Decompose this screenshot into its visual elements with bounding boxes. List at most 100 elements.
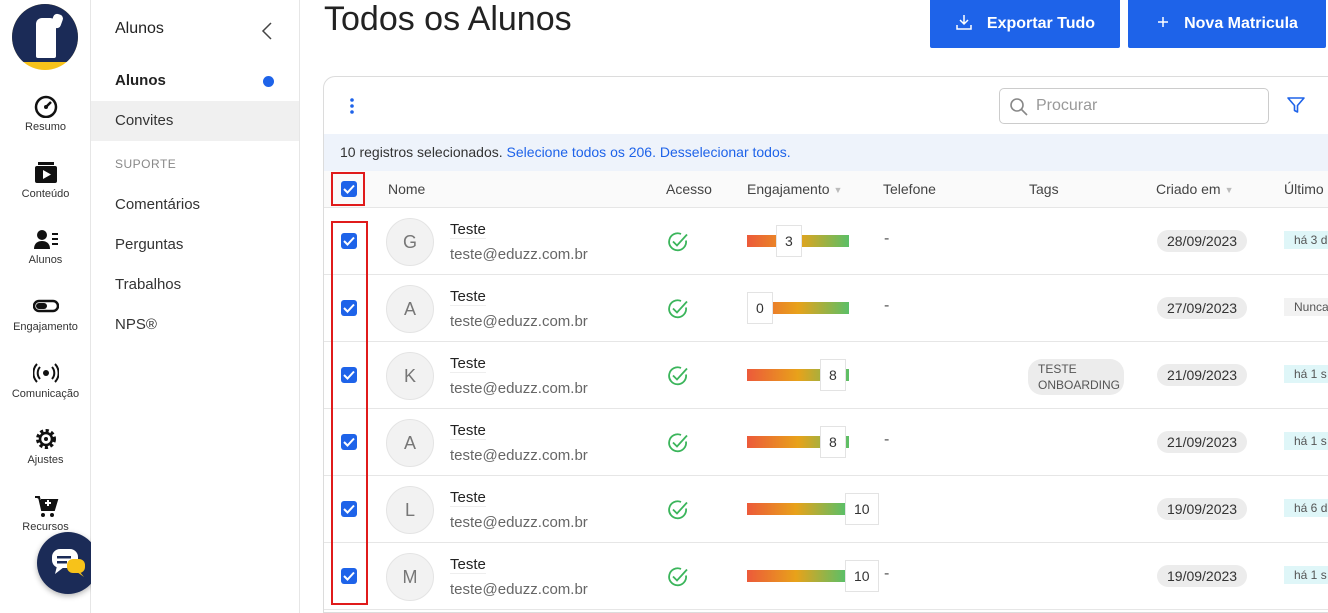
table-row[interactable]: G Teste teste@eduzz.com.br 3 - 28/09/2023 há 3… [324, 208, 1328, 275]
sidebar-item-comentarios[interactable]: Comentários [91, 185, 299, 225]
export-all-button[interactable]: Exportar Tudo [930, 0, 1120, 48]
video-icon [33, 161, 59, 185]
tag-chip[interactable]: TESTE ONBOARDING [1028, 359, 1124, 395]
users-icon [33, 227, 59, 251]
student-email: teste@eduzz.com.br [450, 313, 588, 330]
export-all-label: Exportar Tudo [986, 15, 1096, 32]
engagement-score: 3 [776, 225, 802, 257]
page-title: Todos os Alunos [324, 0, 572, 38]
student-name[interactable]: Teste [450, 288, 486, 306]
access-check-icon [667, 231, 689, 258]
chevron-left-icon [261, 22, 275, 44]
created-date: 28/09/2023 [1157, 230, 1248, 252]
sidebar-item-label: Comentários [115, 196, 201, 213]
deselect-all-link[interactable]: Desselecionar todos. [660, 144, 791, 160]
col-tags[interactable]: Tags [1029, 171, 1059, 208]
last-access: há 1 s [1284, 432, 1328, 450]
engagement-bar [747, 570, 845, 582]
nav-rail: Resumo Conteúdo Alunos Engajamento Comun… [0, 0, 99, 613]
search-input[interactable]: Procurar [999, 88, 1269, 124]
last-access: há 1 s [1284, 566, 1328, 584]
filter-icon [1286, 97, 1306, 119]
sidebar-item-alunos[interactable]: Alunos [91, 61, 299, 101]
filter-button[interactable] [1286, 95, 1306, 120]
sidebar-item-convites[interactable]: Convites [91, 101, 299, 141]
student-name[interactable]: Teste [450, 556, 486, 574]
selection-count: 10 registros selecionados. [340, 144, 503, 160]
created-date: 27/09/2023 [1157, 297, 1248, 319]
rail-item-ajustes[interactable]: Ajustes [0, 427, 91, 466]
sort-chevron-icon: ▼ [1224, 184, 1234, 195]
bulk-actions-menu[interactable] [349, 97, 355, 115]
col-access[interactable]: Acesso [666, 171, 712, 208]
eduzz-logo[interactable] [12, 4, 78, 70]
new-enrollment-button[interactable]: Nova Matricula [1128, 0, 1326, 48]
search-placeholder: Procurar [1036, 97, 1098, 114]
sort-chevron-icon: ▼ [833, 184, 843, 195]
rail-item-alunos[interactable]: Alunos [0, 227, 91, 266]
last-access: Nunca [1284, 298, 1328, 316]
student-name[interactable]: Teste [450, 355, 486, 373]
student-name[interactable]: Teste [450, 489, 486, 507]
download-icon [955, 13, 973, 36]
last-access: há 1 s [1284, 365, 1328, 383]
chat-icon [37, 549, 99, 598]
gear-icon [33, 427, 59, 451]
col-engagement[interactable]: Engajamento ▼ [747, 171, 842, 209]
student-name[interactable]: Teste [450, 221, 486, 239]
engagement-score: 0 [747, 292, 773, 324]
col-phone[interactable]: Telefone [883, 171, 936, 208]
selection-banner: 10 registros selecionados. Selecione tod… [324, 134, 1328, 171]
select-all-link[interactable]: Selecione todos os 206. [507, 144, 656, 160]
created-date: 21/09/2023 [1157, 431, 1248, 453]
rail-item-resumo[interactable]: Resumo [0, 94, 91, 133]
sidebar-item-trabalhos[interactable]: Trabalhos [91, 265, 299, 305]
sidebar-item-nps[interactable]: NPS® [91, 305, 299, 345]
student-email: teste@eduzz.com.br [450, 246, 588, 263]
table-header: Nome Acesso Engajamento ▼ Telefone Tags C… [324, 171, 1328, 208]
access-check-icon [667, 432, 689, 459]
avatar: A [386, 419, 434, 467]
access-check-icon [667, 365, 689, 392]
avatar: G [386, 218, 434, 266]
table-row[interactable]: A Teste teste@eduzz.com.br 0 - 27/09/2023 Nunc… [324, 275, 1328, 342]
rail-label: Comunicação [11, 388, 80, 400]
rail-item-engajamento[interactable]: Engajamento [0, 294, 91, 333]
gauge-icon [33, 94, 59, 119]
last-access: há 3 d [1284, 231, 1328, 249]
engagement-score: 8 [820, 359, 846, 391]
phone-value: - [884, 297, 890, 314]
sidebar-item-label: Convites [115, 112, 174, 129]
col-name[interactable]: Nome [388, 171, 425, 208]
access-check-icon [667, 499, 689, 526]
phone-value: - [884, 230, 890, 247]
rail-item-conteudo[interactable]: Conteúdo [0, 161, 91, 200]
created-date: 19/09/2023 [1157, 498, 1248, 520]
collapse-sidebar-button[interactable] [261, 22, 275, 40]
student-email: teste@eduzz.com.br [450, 581, 588, 598]
table-row[interactable]: M Teste teste@eduzz.com.br 10- 19/09/2023 há … [324, 543, 1328, 610]
table-row[interactable]: K Teste teste@eduzz.com.br 8 TESTE ONBOARDIN… [324, 342, 1328, 409]
col-created[interactable]: Criado em ▼ [1156, 171, 1234, 209]
sidebar-section-suporte: SUPORTE [115, 157, 177, 171]
table-row[interactable]: L Teste teste@eduzz.com.br 10 19/09/2023 há 6… [324, 476, 1328, 543]
rail-item-recursos[interactable]: Recursos [0, 494, 91, 533]
table-row[interactable]: A Teste teste@eduzz.com.br 8 - 21/09/2023 há 1… [324, 409, 1328, 476]
phone-value: - [884, 565, 890, 582]
rail-item-comunicacao[interactable]: Comunicação [0, 361, 91, 400]
student-email: teste@eduzz.com.br [450, 514, 588, 531]
col-last[interactable]: Último [1284, 171, 1324, 208]
sidebar-item-label: Alunos [115, 72, 166, 89]
plus-icon [1156, 15, 1170, 34]
sidebar-item-label: Trabalhos [115, 276, 182, 293]
created-date: 21/09/2023 [1157, 364, 1248, 386]
phone-value: - [884, 431, 890, 448]
col-engagement-label: Engajamento [747, 181, 830, 197]
student-name[interactable]: Teste [450, 422, 486, 440]
student-email: teste@eduzz.com.br [450, 447, 588, 464]
last-access: há 6 d [1284, 499, 1328, 517]
highlight-row-checkboxes [331, 221, 368, 605]
sidebar-item-perguntas[interactable]: Perguntas [91, 225, 299, 265]
chat-button[interactable] [37, 532, 99, 594]
rail-label: Resumo [25, 121, 66, 133]
